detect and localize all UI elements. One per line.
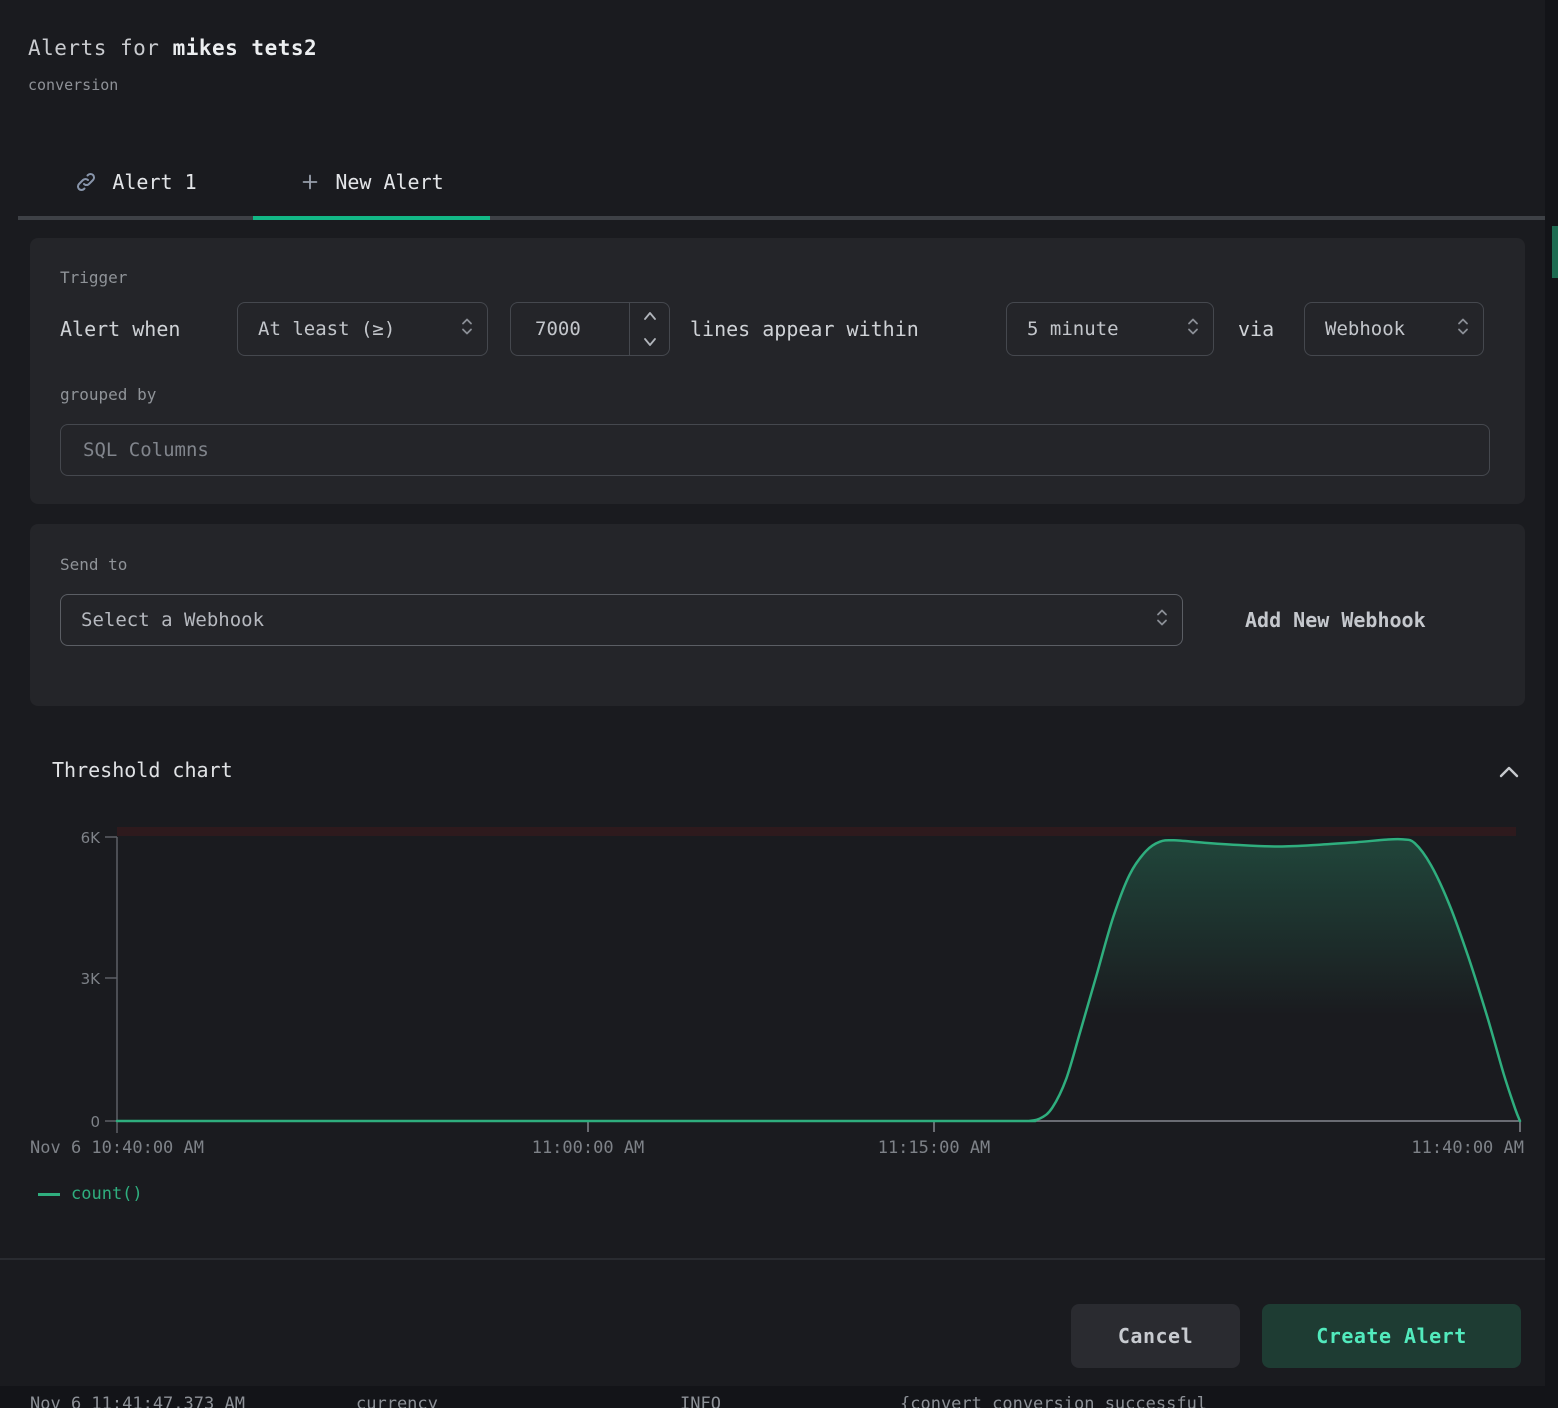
log-message: {convert conversion successful	[900, 1394, 1207, 1408]
legend-series-label: count()	[71, 1184, 143, 1204]
channel-select-value: Webhook	[1325, 318, 1405, 340]
page-title: Alerts for mikes tets2	[28, 36, 317, 60]
time-window-select-value: 5 minute	[1027, 318, 1119, 340]
background-log-row: Nov 6 11:41:47.373 AM currency INFO {con…	[0, 1394, 1558, 1408]
condition-select[interactable]: At least (≥)	[237, 302, 488, 356]
tab-new-alert-label: New Alert	[335, 170, 443, 194]
collapse-chart-button[interactable]	[1492, 758, 1526, 786]
page-title-prefix: Alerts for	[28, 36, 173, 60]
trigger-panel: Trigger Alert when At least (≥)	[30, 238, 1525, 504]
chart-legend: count()	[38, 1184, 143, 1204]
page-title-name: mikes tets2	[173, 36, 318, 60]
threshold-band	[117, 827, 1516, 836]
via-label: via	[1238, 302, 1274, 356]
tab-new-alert[interactable]: New Alert	[253, 150, 490, 214]
tab-alert-1[interactable]: Alert 1	[18, 150, 253, 214]
tabs-underline	[18, 216, 1545, 220]
cancel-button[interactable]: Cancel	[1071, 1304, 1240, 1368]
threshold-chart: 6K 3K 0 Nov 6 10:40:00 AM 11:00:00 AM 11…	[0, 790, 1558, 1220]
series-area-fill	[117, 839, 1520, 1121]
tab-alert-1-label: Alert 1	[112, 170, 196, 194]
link-icon	[74, 170, 98, 194]
send-to-panel: Send to Select a Webhook Add New Webhook	[30, 524, 1525, 706]
plus-icon	[299, 171, 321, 193]
chevron-updown-icon	[1455, 317, 1471, 342]
chevron-updown-icon	[1185, 317, 1201, 342]
grouped-by-input[interactable]	[60, 424, 1490, 476]
background-page-fragment	[1552, 226, 1558, 278]
trigger-section-label: Trigger	[60, 268, 127, 287]
alert-when-label: Alert when	[60, 302, 180, 356]
alert-config-screen: Nov 6 11:41:47.373 AM currency INFO {con…	[0, 0, 1558, 1408]
log-level: INFO	[680, 1394, 721, 1408]
log-service: currency	[356, 1394, 438, 1408]
spinner-up-button[interactable]	[630, 303, 669, 329]
lines-appear-label: lines appear within	[690, 302, 919, 356]
tabs-active-indicator	[253, 216, 490, 220]
threshold-input-group	[510, 302, 670, 356]
footer-divider	[0, 1258, 1545, 1260]
y-axis-label-6k: 6K	[81, 829, 102, 847]
add-new-webhook-button[interactable]: Add New Webhook	[1245, 594, 1426, 646]
chevron-up-icon	[1495, 762, 1523, 782]
x-axis-label-start: Nov 6 10:40:00 AM	[30, 1138, 204, 1158]
spinner-down-button[interactable]	[630, 329, 669, 355]
webhook-select[interactable]: Select a Webhook	[60, 594, 1183, 646]
grouped-by-label: grouped by	[60, 385, 156, 404]
threshold-chart-title: Threshold chart	[52, 758, 233, 782]
legend-line-swatch	[38, 1193, 60, 1196]
channel-select[interactable]: Webhook	[1304, 302, 1484, 356]
x-axis-label-1100: 11:00:00 AM	[532, 1138, 645, 1158]
chevron-updown-icon	[459, 317, 475, 342]
page-subtitle: conversion	[28, 76, 118, 94]
create-alert-button[interactable]: Create Alert	[1262, 1304, 1521, 1368]
condition-select-value: At least (≥)	[258, 318, 395, 340]
threshold-input[interactable]	[511, 303, 629, 355]
y-axis-label-0: 0	[90, 1113, 100, 1131]
alerts-modal: Alerts for mikes tets2 conversion Alert …	[0, 0, 1545, 1386]
chevron-updown-icon	[1154, 608, 1170, 633]
time-window-select[interactable]: 5 minute	[1006, 302, 1214, 356]
threshold-spinner	[629, 303, 669, 355]
x-axis-label-1140: 11:40:00 AM	[1411, 1138, 1524, 1158]
webhook-select-placeholder: Select a Webhook	[81, 609, 264, 631]
y-axis-label-3k: 3K	[81, 970, 102, 988]
send-to-section-label: Send to	[60, 555, 127, 574]
x-axis-label-1115: 11:15:00 AM	[878, 1138, 991, 1158]
log-timestamp: Nov 6 11:41:47.373 AM	[30, 1394, 245, 1408]
